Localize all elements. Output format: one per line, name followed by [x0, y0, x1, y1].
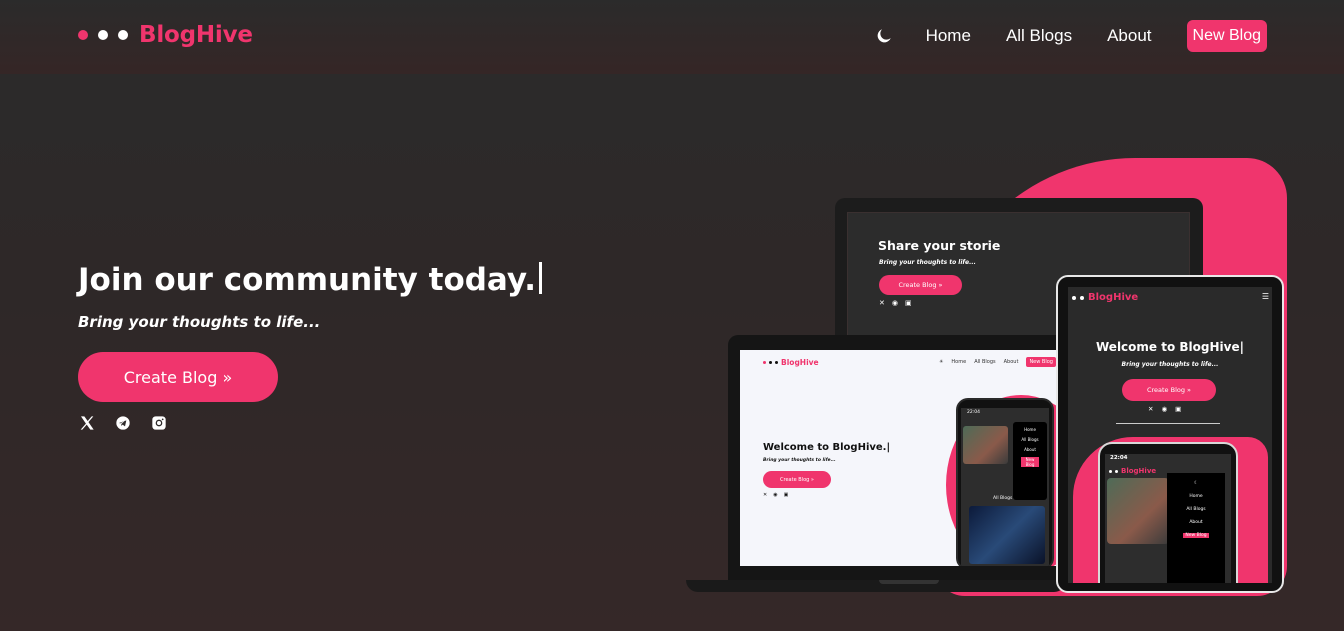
phone-menu-about: About	[1024, 447, 1036, 452]
social-links	[78, 414, 186, 431]
instagram-icon: ▣	[783, 492, 789, 498]
brand-name: BlogHive	[139, 22, 253, 48]
telegram-icon: ◉	[773, 492, 778, 498]
tablet-title: Welcome to BlogHive|	[1096, 340, 1244, 354]
tablet-logo: BlogHive	[1072, 292, 1138, 303]
navbar: BlogHive Home All Blogs About New Blog	[0, 0, 1344, 74]
laptop-navbar: BlogHive ☀ Home All Blogs About New Blog	[740, 350, 1061, 372]
monitor-create-button: Create Blog »	[879, 275, 962, 295]
phone-menu: Home All Blogs About New Blog	[1013, 422, 1047, 500]
monitor-title: Share your storie	[878, 238, 1001, 253]
logo-dot-1	[78, 30, 88, 40]
tablet-phone-mockup: 22:04 BlogHive ☾ Home All Blogs About Ne…	[1098, 442, 1238, 583]
tablet-create-button: Create Blog »	[1122, 379, 1216, 401]
tablet-socials: ✕ ◉ ▣	[1148, 405, 1181, 413]
laptop-title: Welcome to BlogHive.|	[763, 442, 891, 453]
moon-icon[interactable]	[875, 26, 895, 46]
create-blog-button[interactable]: Create Blog »	[78, 352, 278, 402]
logo-dot	[1109, 469, 1112, 473]
x-icon: ✕	[763, 492, 768, 498]
laptop-create-button: Create Blog »	[763, 471, 831, 488]
instagram-icon[interactable]	[150, 414, 167, 431]
tablet-screen: BlogHive ☰ Welcome to BlogHive| Bring yo…	[1068, 287, 1272, 583]
laptop-base	[686, 580, 1066, 592]
logo-dot	[1080, 295, 1084, 300]
laptop-subtitle: Bring your thoughts to life...	[763, 458, 836, 463]
device-mockups: Share your storie Bring your thoughts to…	[680, 155, 1300, 605]
x-icon[interactable]	[78, 414, 95, 431]
phone-time: 22:04	[967, 410, 980, 415]
nav-menu: Home All Blogs About New Blog	[875, 20, 1267, 52]
laptop-new-blog: New Blog	[1026, 357, 1056, 367]
laptop-screen: BlogHive ☀ Home All Blogs About New Blog…	[740, 350, 1061, 566]
phone-screen: 22:04 BlogHive ☾ Home All Blogs About Ne…	[1105, 454, 1231, 583]
logo-dot	[1115, 469, 1118, 473]
logo-dot-2	[98, 30, 108, 40]
laptop-nav-links: ☀ Home All Blogs About New Blog	[939, 357, 1056, 367]
laptop-brand: BlogHive	[781, 358, 819, 367]
divider	[1116, 423, 1220, 424]
phone-time: 22:04	[1110, 455, 1128, 461]
laptop-phone-mockup: 22:04 Home All Blogs About New Blog All …	[956, 398, 1054, 566]
phone-section-title: All Blogs	[993, 496, 1013, 501]
phone-hero-image	[963, 426, 1008, 464]
phone-screen: 22:04 Home All Blogs About New Blog All …	[961, 408, 1049, 566]
phone-menu-home: Home	[1189, 494, 1203, 499]
hamburger-icon: ☰	[1261, 292, 1269, 301]
laptop-link-about: About	[1003, 359, 1019, 365]
tablet-brand: BlogHive	[1088, 292, 1139, 303]
instagram-icon: ▣	[1175, 405, 1182, 413]
instagram-icon: ▣	[904, 299, 912, 307]
logo-dot	[1072, 295, 1076, 300]
phone-menu-all-blogs: All Blogs	[1186, 507, 1206, 512]
phone-menu-new-blog: New Blog	[1183, 533, 1209, 538]
laptop-socials: ✕ ◉ ▣	[763, 492, 788, 498]
tablet-mockup: BlogHive ☰ Welcome to BlogHive| Bring yo…	[1056, 275, 1284, 593]
phone-menu-home: Home	[1024, 427, 1036, 432]
tablet-subtitle: Bring your thoughts to life...	[1121, 361, 1219, 368]
hero-title-text: Join our community today.	[78, 262, 537, 298]
x-icon: ✕	[879, 299, 885, 307]
telegram-icon[interactable]	[114, 414, 131, 431]
typing-caret	[539, 262, 543, 294]
logo-dot	[769, 361, 772, 364]
laptop-logo: BlogHive	[763, 358, 819, 367]
laptop-notch	[879, 580, 939, 584]
telegram-icon: ◉	[1161, 405, 1168, 413]
logo-dot	[763, 361, 766, 364]
logo[interactable]: BlogHive	[78, 22, 253, 48]
hero-title: Join our community today.	[78, 262, 543, 298]
laptop-link-all-blogs: All Blogs	[974, 359, 996, 365]
monitor-subtitle: Bring your thoughts to life...	[879, 259, 976, 266]
laptop-mockup: BlogHive ☀ Home All Blogs About New Blog…	[728, 335, 1073, 580]
phone-hero-image	[1107, 478, 1169, 544]
phone-logo: BlogHive	[1109, 467, 1156, 475]
sun-icon: ☀	[938, 359, 944, 365]
laptop-link-home: Home	[951, 359, 967, 365]
nav-link-home[interactable]: Home	[926, 26, 971, 46]
phone-brand: BlogHive	[1121, 467, 1157, 475]
logo-dot-3	[118, 30, 128, 40]
monitor-socials: ✕ ◉ ▣	[879, 299, 912, 307]
nav-link-about[interactable]: About	[1107, 26, 1151, 46]
phone-menu: ☾ Home All Blogs About New Blog	[1167, 473, 1225, 583]
phone-menu-about: About	[1189, 520, 1203, 525]
nav-link-all-blogs[interactable]: All Blogs	[1006, 26, 1072, 46]
hero-subtitle: Bring your thoughts to life...	[78, 313, 321, 331]
telegram-icon: ◉	[891, 299, 898, 307]
moon-icon: ☾	[1193, 481, 1199, 486]
logo-dot	[775, 361, 778, 364]
new-blog-button[interactable]: New Blog	[1186, 20, 1267, 52]
x-icon: ✕	[1148, 405, 1154, 413]
phone-blog-card	[969, 506, 1045, 564]
phone-menu-all-blogs: All Blogs	[1021, 437, 1039, 442]
phone-menu-new-blog: New Blog	[1021, 457, 1039, 467]
